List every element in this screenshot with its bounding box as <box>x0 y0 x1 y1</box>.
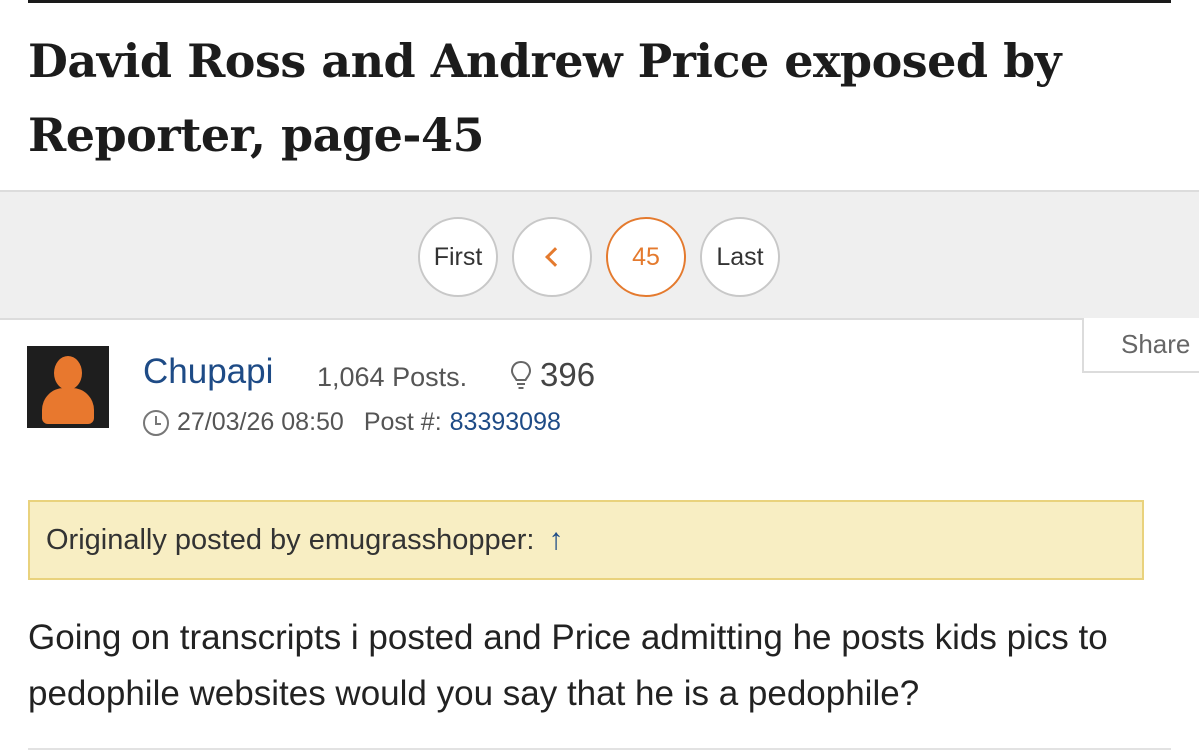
post-count: 1,064 Posts. <box>317 362 468 392</box>
likes-counter[interactable]: 396 <box>510 356 595 394</box>
post-timestamp: 27/03/26 08:50 <box>177 408 344 436</box>
previous-page-button[interactable] <box>512 217 592 297</box>
share-button[interactable]: Share <box>1082 318 1199 373</box>
avatar-body <box>42 388 94 424</box>
likes-count: 396 <box>540 356 596 393</box>
username-link[interactable]: Chupapi <box>143 352 273 392</box>
post-meta: 27/03/26 08:50 Post #: 83393098 <box>143 408 561 437</box>
post-number-link[interactable]: 83393098 <box>450 408 561 437</box>
pagination-bar: First 45 Last <box>0 190 1199 320</box>
lightbulb-icon <box>510 360 532 389</box>
chevron-left-icon <box>545 247 565 267</box>
avatar-head <box>54 356 82 390</box>
last-page-button[interactable]: Last <box>700 217 780 297</box>
thread-title: David Ross and Andrew Price exposed by R… <box>28 34 1062 162</box>
avatar[interactable] <box>27 346 109 428</box>
quote-box: Originally posted by emugrasshopper: ↑ <box>28 500 1144 580</box>
bottom-divider <box>28 748 1171 750</box>
first-page-button[interactable]: First <box>418 217 498 297</box>
top-divider <box>28 0 1171 3</box>
quote-attribution: Originally posted by emugrasshopper: <box>46 523 535 556</box>
post-body: Going on transcripts i posted and Price … <box>28 618 1108 713</box>
arrow-up-icon[interactable]: ↑ <box>548 523 563 557</box>
clock-icon <box>143 409 169 436</box>
post-number-label: Post #: <box>363 408 442 436</box>
current-page-button[interactable]: 45 <box>606 217 686 297</box>
